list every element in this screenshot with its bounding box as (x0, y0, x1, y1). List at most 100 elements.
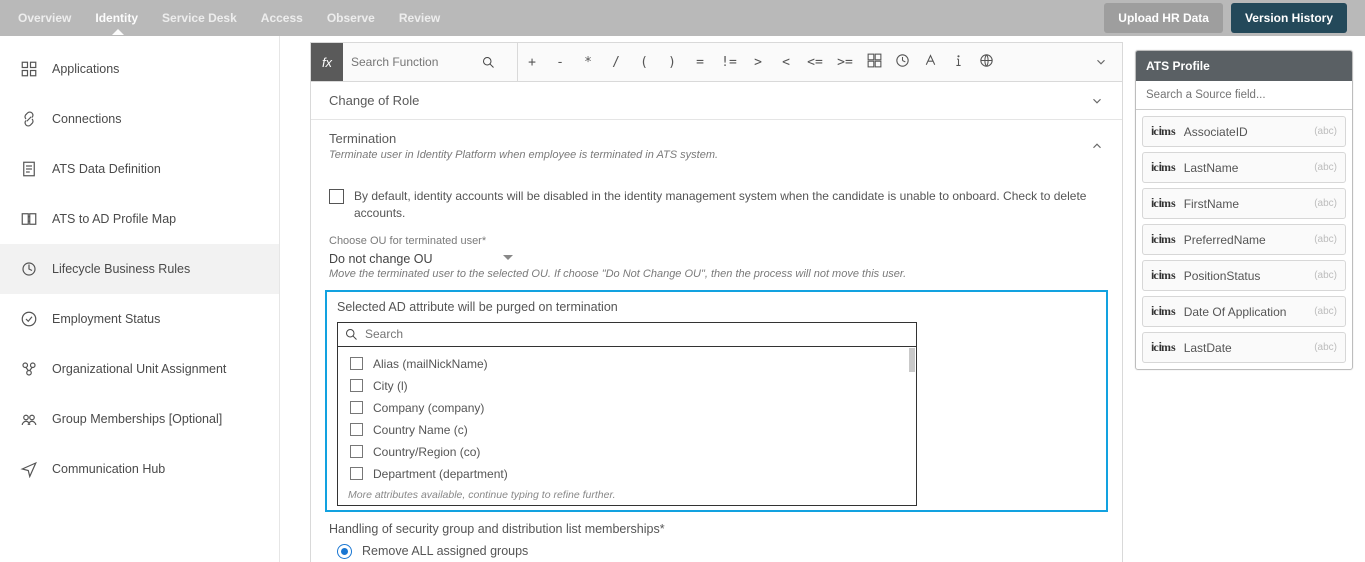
delete-accounts-checkbox[interactable] (329, 189, 344, 204)
ats-profile-panel: ATS Profile icimsAssociateID(abc) icimsLa… (1135, 50, 1353, 370)
sidebar-item-group-memberships-optional-[interactable]: Group Memberships [Optional] (0, 394, 279, 444)
attribute-search-input[interactable] (365, 327, 910, 341)
sidebar-item-ats-data-definition[interactable]: ATS Data Definition (0, 144, 279, 194)
attribute-label: Country/Region (co) (373, 445, 480, 459)
link-icon (20, 110, 38, 128)
operator-button[interactable]: < (772, 55, 800, 70)
operator-button[interactable]: * (574, 55, 602, 70)
attribute-search-box (337, 322, 917, 347)
globe-op-icon[interactable] (972, 52, 1000, 73)
chevron-down-icon[interactable] (1094, 55, 1108, 69)
radio-label: Remove ALL assigned groups (362, 544, 528, 558)
attribute-checkbox[interactable] (350, 401, 363, 414)
upload-hr-data-button[interactable]: Upload HR Data (1104, 3, 1223, 33)
accordion-termination[interactable]: Termination Terminate user in Identity P… (311, 120, 1122, 172)
nav-tab-service-desk[interactable]: Service Desk (162, 11, 237, 25)
version-history-button[interactable]: Version History (1231, 3, 1347, 33)
source-field-card[interactable]: icimsLastDate(abc) (1142, 332, 1346, 363)
attribute-row[interactable]: Alias (mailNickName) (338, 353, 916, 375)
nav-tab-observe[interactable]: Observe (327, 11, 375, 25)
sidebar-item-label: Connections (52, 112, 122, 126)
grid-op-icon[interactable] (860, 52, 888, 73)
sidebar-item-lifecycle-business-rules[interactable]: Lifecycle Business Rules (0, 244, 279, 294)
function-search-input[interactable] (351, 55, 481, 69)
map-icon (20, 210, 38, 228)
sidebar-item-organizational-unit-assignment[interactable]: Organizational Unit Assignment (0, 344, 279, 394)
send-icon (20, 460, 38, 478)
attribute-row[interactable]: Country Name (c) (338, 419, 916, 441)
accordion-change-of-role[interactable]: Change of Role (311, 82, 1122, 120)
group-icon (20, 410, 38, 428)
operator-button[interactable]: != (714, 55, 744, 70)
attribute-label: Country Name (c) (373, 423, 468, 437)
attribute-checkbox[interactable] (350, 467, 363, 480)
field-type: (abc) (1314, 270, 1337, 281)
source-field-card[interactable]: icimsPreferredName(abc) (1142, 224, 1346, 255)
nav-tab-access[interactable]: Access (261, 11, 303, 25)
operator-button[interactable]: + (518, 55, 546, 70)
field-type: (abc) (1314, 234, 1337, 245)
operator-button[interactable]: - (546, 55, 574, 70)
operator-button[interactable]: >= (830, 55, 860, 70)
attribute-list: Alias (mailNickName)City (l) Company (com… (337, 347, 917, 506)
attribute-checkbox[interactable] (350, 379, 363, 392)
source-field-card[interactable]: icimsAssociateID(abc) (1142, 116, 1346, 147)
operator-button[interactable]: ( (630, 55, 658, 70)
search-icon (481, 55, 496, 70)
ou-select-value: Do not change OU (329, 252, 433, 266)
chevron-up-icon (1090, 139, 1104, 153)
panel-title: ATS Profile (1136, 51, 1352, 81)
field-type: (abc) (1314, 198, 1337, 209)
nav-tab-review[interactable]: Review (399, 11, 440, 25)
field-name: PreferredName (1184, 233, 1266, 247)
field-name: PositionStatus (1184, 269, 1261, 283)
sidebar-item-label: Communication Hub (52, 462, 165, 476)
source-field-card[interactable]: icimsPositionStatus(abc) (1142, 260, 1346, 291)
source-field-card[interactable]: icimsFirstName(abc) (1142, 188, 1346, 219)
attribute-checkbox[interactable] (350, 357, 363, 370)
text-op-icon[interactable] (916, 52, 944, 73)
attribute-row[interactable]: Company (company) (338, 397, 916, 419)
sidebar-item-applications[interactable]: Applications (0, 44, 279, 94)
sidebar-item-label: Group Memberships [Optional] (52, 412, 222, 426)
nav-tab-overview[interactable]: Overview (18, 11, 71, 25)
sidebar: Applications Connections ATS Data Definiti… (0, 36, 280, 562)
operator-button[interactable]: = (686, 55, 714, 70)
sidebar-item-communication-hub[interactable]: Communication Hub (0, 444, 279, 494)
field-name: FirstName (1184, 197, 1239, 211)
attribute-row[interactable]: Country/Region (co) (338, 441, 916, 463)
source-field-card[interactable]: icimsDate Of Application(abc) (1142, 296, 1346, 327)
info-op-icon[interactable] (944, 52, 972, 73)
org-icon (20, 360, 38, 378)
ou-select[interactable]: Do not change OU (329, 252, 513, 266)
accordion-title: Change of Role (329, 93, 419, 108)
sidebar-item-label: Applications (52, 62, 119, 76)
source-field-card[interactable]: icimsLastName(abc) (1142, 152, 1346, 183)
attribute-label: Company (company) (373, 401, 484, 415)
operator-button[interactable]: <= (800, 55, 830, 70)
radio-button[interactable] (337, 544, 352, 559)
source-field-search-input[interactable] (1136, 81, 1352, 110)
attribute-row[interactable]: Department (department) (338, 463, 916, 485)
accordion-subtitle: Terminate user in Identity Platform when… (329, 149, 718, 161)
operator-button[interactable]: > (744, 55, 772, 70)
clock-op-icon[interactable] (888, 52, 916, 73)
brand-icon: icims (1151, 340, 1176, 355)
attribute-checkbox[interactable] (350, 423, 363, 436)
sidebar-item-ats-to-ad-profile-map[interactable]: ATS to AD Profile Map (0, 194, 279, 244)
group-option-row[interactable]: Remove ALL assigned groups (337, 544, 1104, 559)
brand-icon: icims (1151, 124, 1176, 139)
scrollbar[interactable] (909, 348, 915, 372)
delete-accounts-label: By default, identity accounts will be di… (354, 188, 1104, 223)
sidebar-item-employment-status[interactable]: Employment Status (0, 294, 279, 344)
sidebar-item-connections[interactable]: Connections (0, 94, 279, 144)
nav-tab-identity[interactable]: Identity (95, 11, 138, 25)
doc-icon (20, 160, 38, 178)
operator-button[interactable]: ) (658, 55, 686, 70)
field-type: (abc) (1314, 306, 1337, 317)
cycle-icon (20, 260, 38, 278)
attribute-checkbox[interactable] (350, 445, 363, 458)
operator-button[interactable]: / (602, 55, 630, 70)
attribute-row[interactable]: City (l) (338, 375, 916, 397)
ou-field-label: Choose OU for terminated user* (329, 235, 1104, 247)
